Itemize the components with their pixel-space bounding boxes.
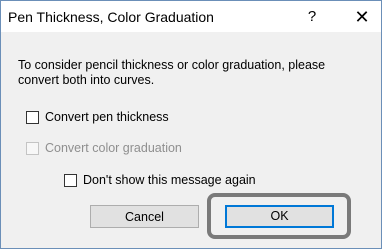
ok-button-highlight-frame bbox=[207, 193, 351, 239]
convert-pen-thickness-checkbox[interactable] bbox=[26, 111, 39, 124]
close-icon[interactable]: ✕ bbox=[347, 4, 377, 30]
title-bar: Pen Thickness, Color Graduation ? ✕ bbox=[1, 1, 381, 32]
convert-color-graduation-checkbox bbox=[26, 142, 39, 155]
pen-thickness-dialog: Pen Thickness, Color Graduation ? ✕ To c… bbox=[0, 0, 382, 249]
dont-show-again-label[interactable]: Don't show this message again bbox=[83, 173, 256, 188]
dialog-message: To consider pencil thickness or color gr… bbox=[18, 58, 326, 87]
dialog-title: Pen Thickness, Color Graduation bbox=[8, 9, 214, 25]
cancel-button[interactable]: Cancel bbox=[90, 205, 199, 228]
dont-show-again-checkbox[interactable] bbox=[64, 174, 77, 187]
convert-color-graduation-label: Convert color graduation bbox=[45, 141, 182, 155]
convert-pen-thickness-label[interactable]: Convert pen thickness bbox=[45, 110, 169, 125]
help-icon[interactable]: ? bbox=[297, 4, 327, 30]
